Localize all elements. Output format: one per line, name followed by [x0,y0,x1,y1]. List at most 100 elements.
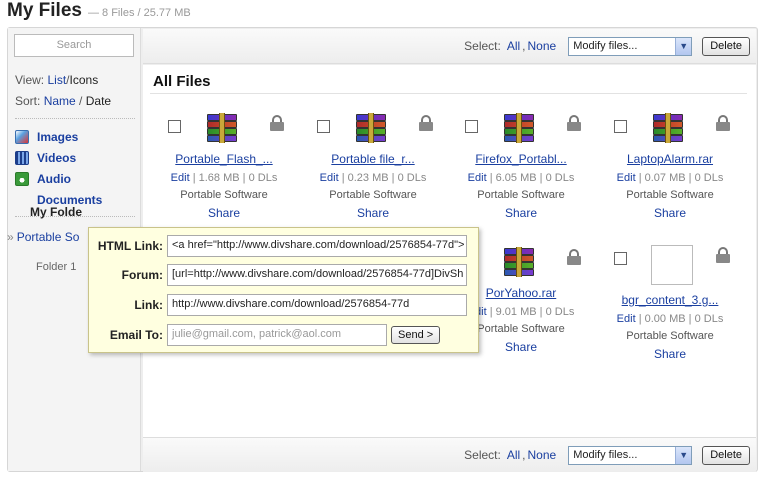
file-category: Portable Software [329,189,417,201]
share-link[interactable]: Share [299,206,447,220]
select-all-link[interactable]: All [507,39,520,53]
sidebar-item-videos[interactable]: Videos [15,151,76,165]
select-none-link[interactable]: None [528,448,557,462]
sidebar-item-label: Audio [37,172,71,186]
file-checkbox[interactable] [168,120,181,133]
rar-icon[interactable] [354,113,388,143]
view-icons-current: Icons [69,73,99,87]
chevron-down-icon: ▼ [675,446,692,464]
view-list-link[interactable]: List [47,73,66,87]
email-label: Email To: [109,328,163,342]
delete-button[interactable]: Delete [702,445,750,465]
view-label: View: [15,73,45,87]
file-card: LaptopAlarm.rar Edit | 0.07 MB | 0 DLs P… [596,113,744,233]
rar-icon[interactable] [205,113,239,143]
share-link[interactable]: Share [596,347,744,361]
file-size: 0.23 MB [347,172,389,184]
file-name-link[interactable]: Portable_Flash_... [150,152,298,166]
blank-thumbnail[interactable] [651,245,693,285]
lock-icon[interactable] [567,115,581,131]
folder-arrow-icon: » [7,230,14,244]
lock-icon[interactable] [567,249,581,265]
subfolder-item[interactable]: Folder 1 [36,261,76,273]
direct-link-label: Link: [134,298,163,312]
file-meta: Edit | 6.05 MB | 0 DLs [467,172,575,184]
file-checkbox[interactable] [614,120,627,133]
lock-icon[interactable] [419,115,433,131]
file-card: bgr_content_3.g... Edit | 0.00 MB | 0 DL… [596,245,744,365]
file-size: 0.00 MB [644,313,686,325]
edit-link[interactable]: Edit [320,172,339,184]
share-link[interactable]: Share [596,206,744,220]
page-header: My Files — 8 Files / 25.77 MB [7,0,191,26]
lock-icon[interactable] [270,115,284,131]
direct-link-row: Link: http://www.divshare.com/download/2… [89,294,480,316]
share-link[interactable]: Share [150,206,298,220]
view-switcher: View: List/Icons [15,73,98,87]
html-link-label: HTML Link: [97,239,163,253]
file-card: Firefox_Portabl... Edit | 6.05 MB | 0 DL… [447,113,595,233]
sidebar-divider [15,118,135,119]
file-size: 0.07 MB [644,172,686,184]
search-input[interactable]: Search [14,34,134,57]
rar-icon[interactable] [502,247,536,277]
file-size: 6.05 MB [495,172,537,184]
lock-icon[interactable] [716,247,730,263]
edit-link[interactable]: Edit [468,172,487,184]
file-downloads: 0 DLs [694,172,724,184]
edit-link[interactable]: Edit [617,172,636,184]
file-card: Portable_Flash_... Edit | 1.68 MB | 0 DL… [150,113,298,233]
share-link[interactable]: Share [447,206,595,220]
file-name-link[interactable]: Firefox_Portabl... [447,152,595,166]
file-meta: Edit | 0.07 MB | 0 DLs [616,172,724,184]
html-link-field[interactable]: <a href="http://www.divshare.com/downloa… [167,235,467,257]
page-title: My Files [7,0,82,21]
top-toolbar: Select: All, None Modify files... ▼ Dele… [143,29,756,64]
rar-icon[interactable] [651,113,685,143]
send-button[interactable]: Send > [391,326,441,344]
direct-link-field[interactable]: http://www.divshare.com/download/2576854… [167,294,467,316]
page-subtitle: — 8 Files / 25.77 MB [87,7,191,19]
sort-name-link[interactable]: Name [44,94,76,108]
rar-icon[interactable] [502,113,536,143]
modify-files-select[interactable]: Modify files... ▼ [568,445,693,465]
folder-item-portable[interactable]: » Portable So [7,230,79,244]
file-meta: Edit | 1.68 MB | 0 DLs [170,172,278,184]
edit-link[interactable]: Edit [617,313,636,325]
file-name-link[interactable]: LaptopAlarm.rar [596,152,744,166]
folder-label: Portable So [16,230,80,244]
delete-button[interactable]: Delete [702,36,750,56]
file-checkbox[interactable] [317,120,330,133]
file-card: Portable file_r... Edit | 0.23 MB | 0 DL… [299,113,447,233]
forum-link-field[interactable]: [url=http://www.divshare.com/download/25… [167,264,467,286]
file-downloads: 0 DLs [694,313,724,325]
lock-icon[interactable] [716,115,730,131]
sidebar-item-audio[interactable]: Audio [15,172,71,186]
modify-files-select[interactable]: Modify files... ▼ [568,36,693,56]
file-size: 9.01 MB [495,306,537,318]
file-category: Portable Software [626,330,714,342]
select-none-link[interactable]: None [528,39,557,53]
sidebar-item-images[interactable]: Images [15,130,78,144]
audio-icon [15,172,29,186]
forum-link-label: Forum: [121,268,163,282]
html-link-row: HTML Link: <a href="http://www.divshare.… [89,235,480,257]
file-checkbox[interactable] [614,252,627,265]
email-field[interactable]: julie@gmail.com, patrick@aol.com [167,324,387,346]
edit-link[interactable]: Edit [171,172,190,184]
file-checkbox[interactable] [465,120,478,133]
chevron-down-icon: ▼ [675,37,692,55]
modify-files-value: Modify files... [573,449,638,461]
file-size: 1.68 MB [198,172,240,184]
file-name-link[interactable]: Portable file_r... [299,152,447,166]
section-title: All Files [153,73,211,90]
forum-link-row: Forum: [url=http://www.divshare.com/down… [89,264,480,286]
select-all-link[interactable]: All [507,448,520,462]
select-label: Select: [464,39,501,53]
file-category: Portable Software [626,189,714,201]
bottom-toolbar: Select: All, None Modify files... ▼ Dele… [143,437,756,472]
file-category: Portable Software [180,189,268,201]
file-downloads: 0 DLs [248,172,278,184]
sidebar-item-label: Images [37,130,79,144]
file-name-link[interactable]: bgr_content_3.g... [596,293,744,307]
